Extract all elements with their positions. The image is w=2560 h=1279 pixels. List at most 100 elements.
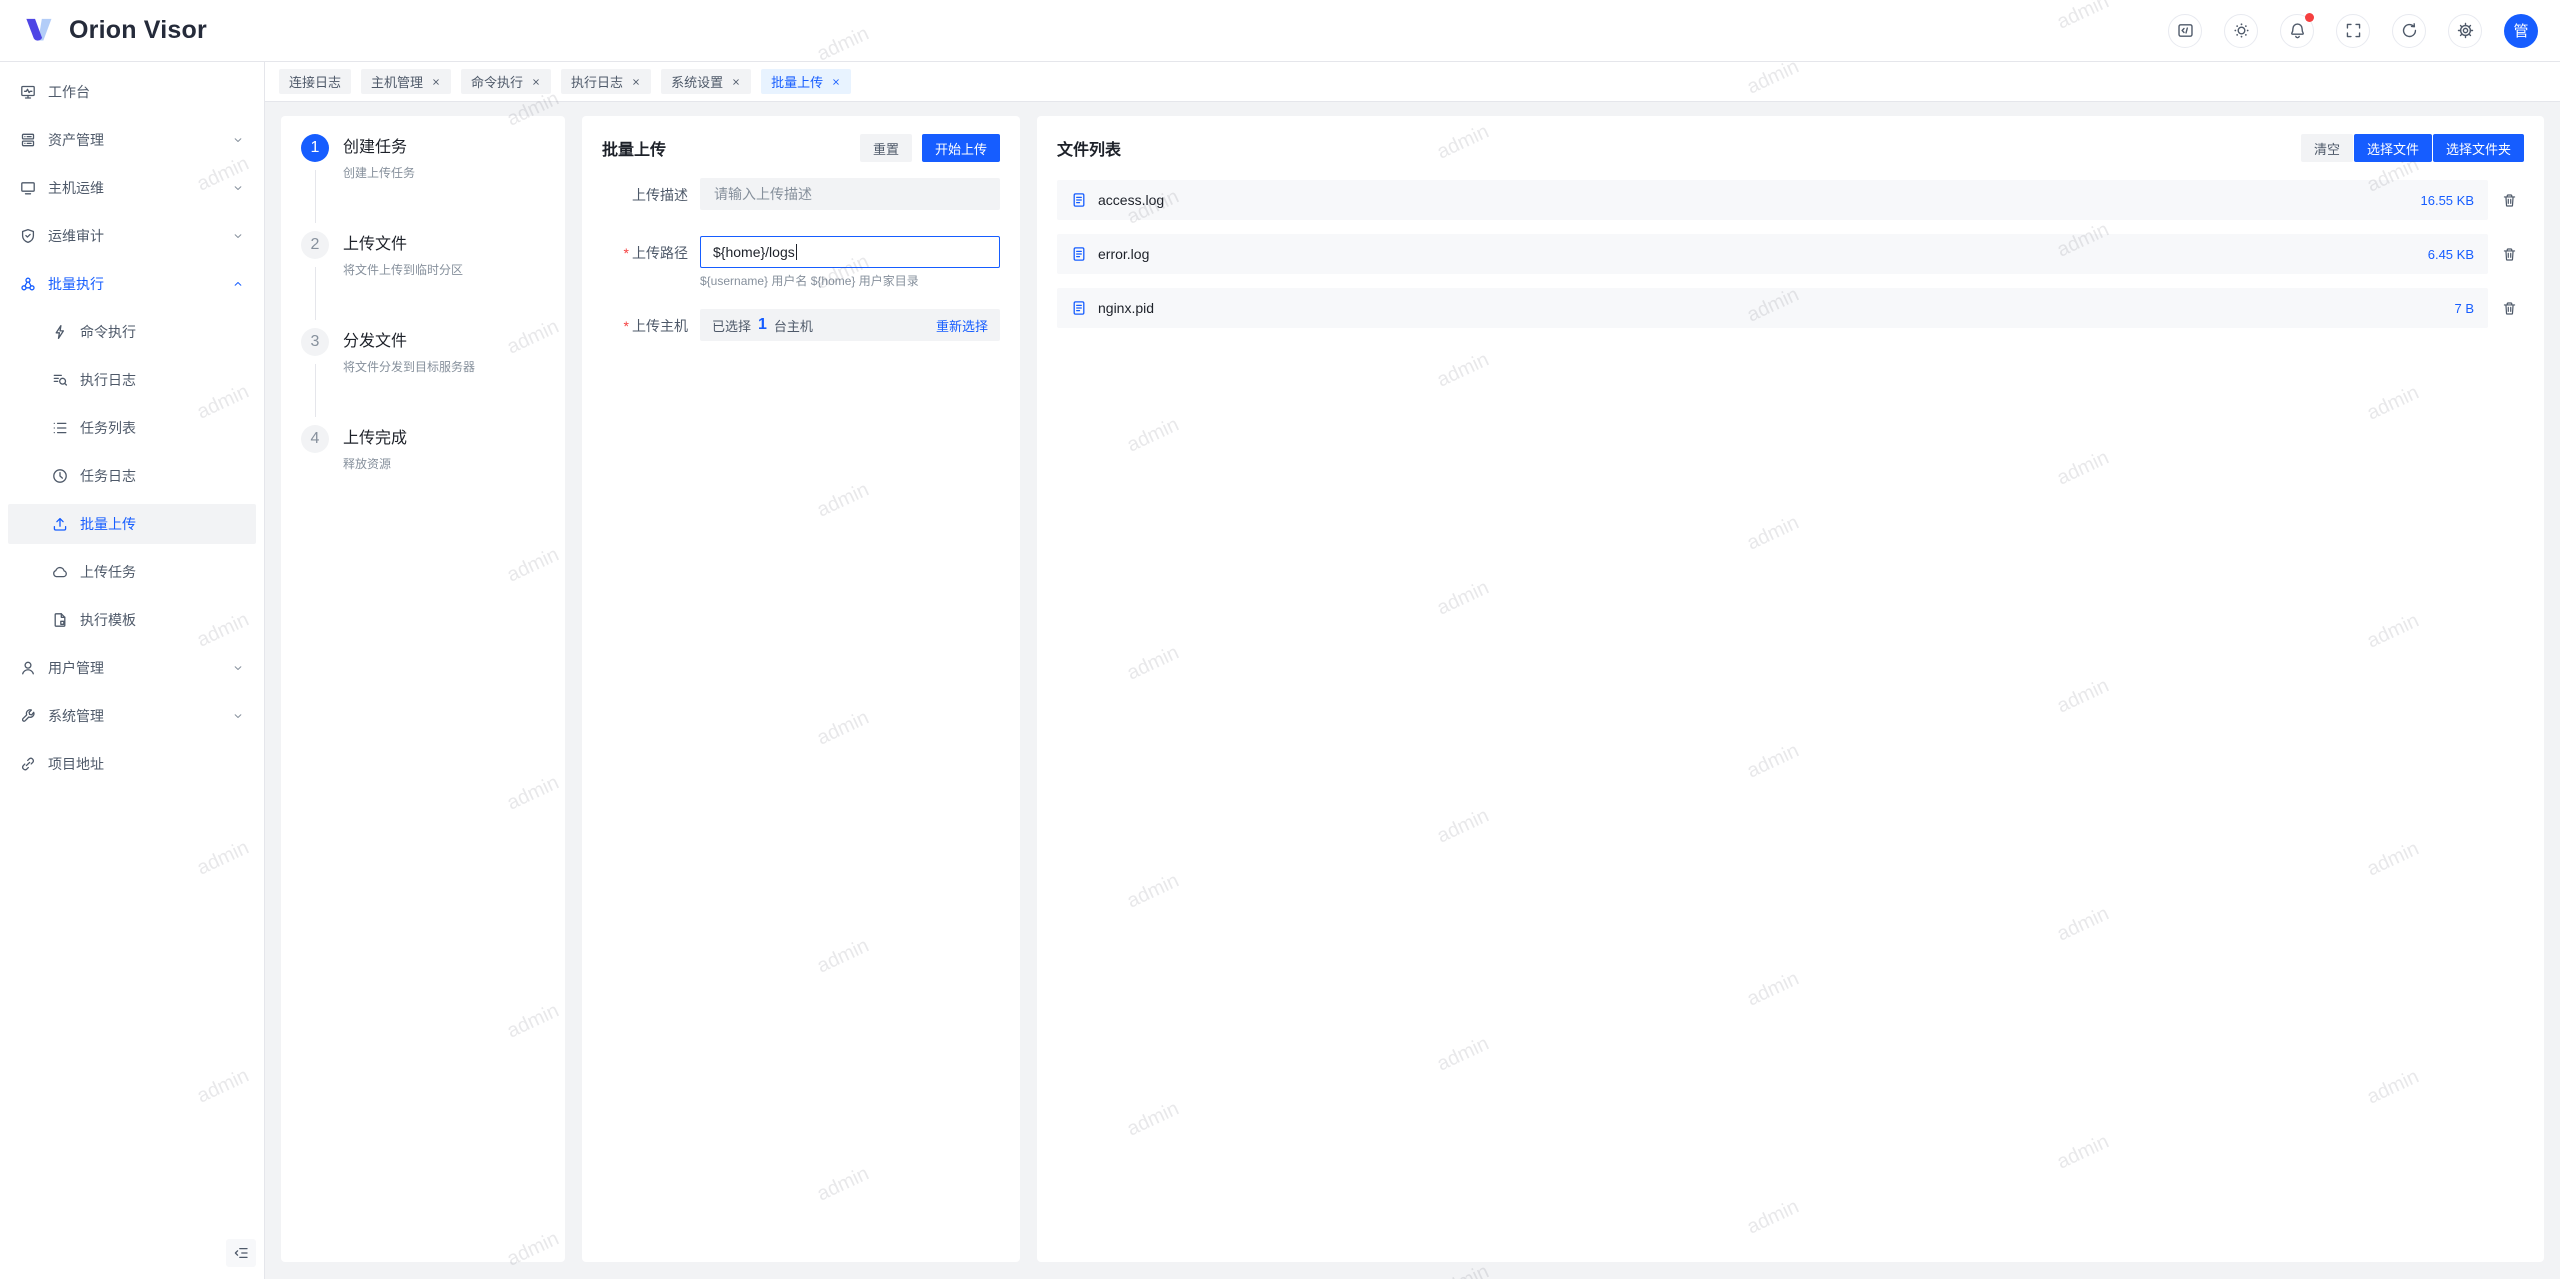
upload-path-input[interactable]: ${home}/logs bbox=[700, 236, 1000, 268]
steps-list: 1创建任务创建上传任务2上传文件将文件上传到临时分区3分发文件将文件分发到目标服… bbox=[301, 134, 545, 472]
sidebar-item-project-url[interactable]: 项目地址 bbox=[8, 744, 256, 784]
file-row-body: error.log6.45 KB bbox=[1057, 234, 2488, 274]
tab-label: 连接日志 bbox=[289, 72, 341, 91]
reselect-hosts-link[interactable]: 重新选择 bbox=[936, 316, 988, 335]
trash-icon bbox=[2502, 247, 2517, 262]
refresh-button[interactable] bbox=[2392, 14, 2426, 48]
step-title: 创建任务 bbox=[343, 134, 415, 162]
gear-icon bbox=[2457, 22, 2474, 39]
trash-icon bbox=[2502, 301, 2517, 316]
required-mark: * bbox=[624, 318, 629, 334]
sidebar-item-ops-audit[interactable]: 运维审计 bbox=[8, 216, 256, 256]
step-description: 释放资源 bbox=[343, 455, 407, 472]
tab-4[interactable]: 执行日志 bbox=[561, 69, 651, 94]
settings-button[interactable] bbox=[2448, 14, 2482, 48]
selected-hosts-field: 已选择 1 台主机 重新选择 bbox=[700, 309, 1000, 341]
host-icon bbox=[20, 180, 36, 196]
tab-6[interactable]: 批量上传 bbox=[761, 69, 851, 94]
content-area: 1创建任务创建上传任务2上传文件将文件上传到临时分区3分发文件将文件分发到目标服… bbox=[265, 102, 2560, 1279]
theme-icon bbox=[2233, 22, 2250, 39]
tab-2[interactable]: 主机管理 bbox=[361, 69, 451, 94]
notification-badge bbox=[2305, 13, 2314, 22]
upload-desc-label: 上传描述 bbox=[602, 178, 688, 210]
file-row: nginx.pid7 B bbox=[1057, 288, 2524, 328]
select-folder-button[interactable]: 选择文件夹 bbox=[2433, 134, 2524, 162]
step-1: 1创建任务创建上传任务 bbox=[301, 134, 545, 231]
tab-label: 批量上传 bbox=[771, 72, 823, 91]
start-upload-button[interactable]: 开始上传 bbox=[922, 134, 1000, 162]
tab-5[interactable]: 系统设置 bbox=[661, 69, 751, 94]
file-size: 7 B bbox=[2454, 301, 2474, 316]
theme-button[interactable] bbox=[2224, 14, 2258, 48]
sidebar-item-label: 运维审计 bbox=[48, 226, 104, 246]
file-icon bbox=[1071, 300, 1087, 316]
code-icon bbox=[2177, 22, 2194, 39]
sidebar-collapse-button[interactable] bbox=[226, 1239, 256, 1267]
wrench-icon bbox=[20, 708, 36, 724]
file-list: access.log16.55 KBerror.log6.45 KBnginx.… bbox=[1057, 180, 2524, 328]
assets-icon bbox=[20, 132, 36, 148]
sidebar-item-assets[interactable]: 资产管理 bbox=[8, 120, 256, 160]
step-title: 上传文件 bbox=[343, 231, 463, 259]
exec-log-icon bbox=[52, 372, 68, 388]
delete-file-button[interactable] bbox=[2494, 192, 2524, 209]
sidebar-item-workbench[interactable]: 工作台 bbox=[8, 72, 256, 112]
form-row-path: *上传路径 ${home}/logs ${username} 用户名 ${hom… bbox=[602, 236, 1000, 289]
step-description: 将文件上传到临时分区 bbox=[343, 261, 463, 278]
sidebar-item-label: 任务列表 bbox=[80, 418, 136, 438]
tab-close-icon[interactable] bbox=[631, 77, 641, 87]
tab-close-icon[interactable] bbox=[731, 77, 741, 87]
tab-close-icon[interactable] bbox=[431, 77, 441, 87]
bell-icon bbox=[2289, 22, 2306, 39]
upload-desc-input[interactable] bbox=[712, 185, 988, 203]
text-caret bbox=[796, 244, 797, 260]
template-icon bbox=[52, 612, 68, 628]
sidebar-item-batch-upload[interactable]: 批量上传 bbox=[8, 504, 256, 544]
delete-file-button[interactable] bbox=[2494, 300, 2524, 317]
sidebar-item-task-list[interactable]: 任务列表 bbox=[8, 408, 256, 448]
sidebar-item-label: 上传任务 bbox=[80, 562, 136, 582]
select-file-button[interactable]: 选择文件 bbox=[2354, 134, 2432, 162]
tab-1[interactable]: 连接日志 bbox=[279, 69, 351, 94]
hosts-selected-suffix: 台主机 bbox=[774, 316, 813, 335]
tab-label: 主机管理 bbox=[371, 72, 423, 91]
reset-button[interactable]: 重置 bbox=[860, 134, 912, 162]
app-logo: Orion Visor bbox=[22, 14, 207, 48]
clear-files-button[interactable]: 清空 bbox=[2301, 134, 2353, 162]
notifications-button[interactable] bbox=[2280, 14, 2314, 48]
upload-path-label: *上传路径 bbox=[602, 236, 688, 289]
sidebar-item-label: 项目地址 bbox=[48, 754, 104, 774]
bolt-icon bbox=[52, 324, 68, 340]
sidebar-item-task-log[interactable]: 任务日志 bbox=[8, 456, 256, 496]
sidebar-item-cmd-exec[interactable]: 命令执行 bbox=[8, 312, 256, 352]
tab-close-icon[interactable] bbox=[531, 77, 541, 87]
user-avatar[interactable]: 管 bbox=[2504, 14, 2538, 48]
tab-3[interactable]: 命令执行 bbox=[461, 69, 551, 94]
form-row-hosts: *上传主机 已选择 1 台主机 重新选择 bbox=[602, 309, 1000, 341]
required-mark: * bbox=[624, 245, 629, 261]
code-button[interactable] bbox=[2168, 14, 2202, 48]
sidebar-item-exec-log[interactable]: 执行日志 bbox=[8, 360, 256, 400]
fullscreen-button[interactable] bbox=[2336, 14, 2370, 48]
sidebar-menu: 工作台资产管理主机运维运维审计批量执行命令执行执行日志任务列表任务日志批量上传上… bbox=[0, 72, 264, 784]
sidebar-item-label: 执行日志 bbox=[80, 370, 136, 390]
file-row: error.log6.45 KB bbox=[1057, 234, 2524, 274]
sidebar-item-sys-mgmt[interactable]: 系统管理 bbox=[8, 696, 256, 736]
step-3: 3分发文件将文件分发到目标服务器 bbox=[301, 328, 545, 425]
task-list-icon bbox=[52, 420, 68, 436]
step-title: 上传完成 bbox=[343, 425, 407, 453]
workbench-icon bbox=[20, 84, 36, 100]
tab-close-icon[interactable] bbox=[831, 77, 841, 87]
sidebar-item-host-ops[interactable]: 主机运维 bbox=[8, 168, 256, 208]
sidebar-item-user-mgmt[interactable]: 用户管理 bbox=[8, 648, 256, 688]
step-number: 1 bbox=[301, 134, 329, 162]
step-4: 4上传完成释放资源 bbox=[301, 425, 545, 472]
upload-form: 上传描述 *上传路径 ${home}/logs ${username} 用户名 … bbox=[602, 178, 1000, 341]
sidebar-item-exec-template[interactable]: 执行模板 bbox=[8, 600, 256, 640]
file-row-body: nginx.pid7 B bbox=[1057, 288, 2488, 328]
file-name: error.log bbox=[1098, 246, 1149, 262]
sidebar-item-upload-task[interactable]: 上传任务 bbox=[8, 552, 256, 592]
sidebar-item-batch-exec[interactable]: 批量执行 bbox=[8, 264, 256, 304]
delete-file-button[interactable] bbox=[2494, 246, 2524, 263]
file-size: 16.55 KB bbox=[2421, 193, 2475, 208]
